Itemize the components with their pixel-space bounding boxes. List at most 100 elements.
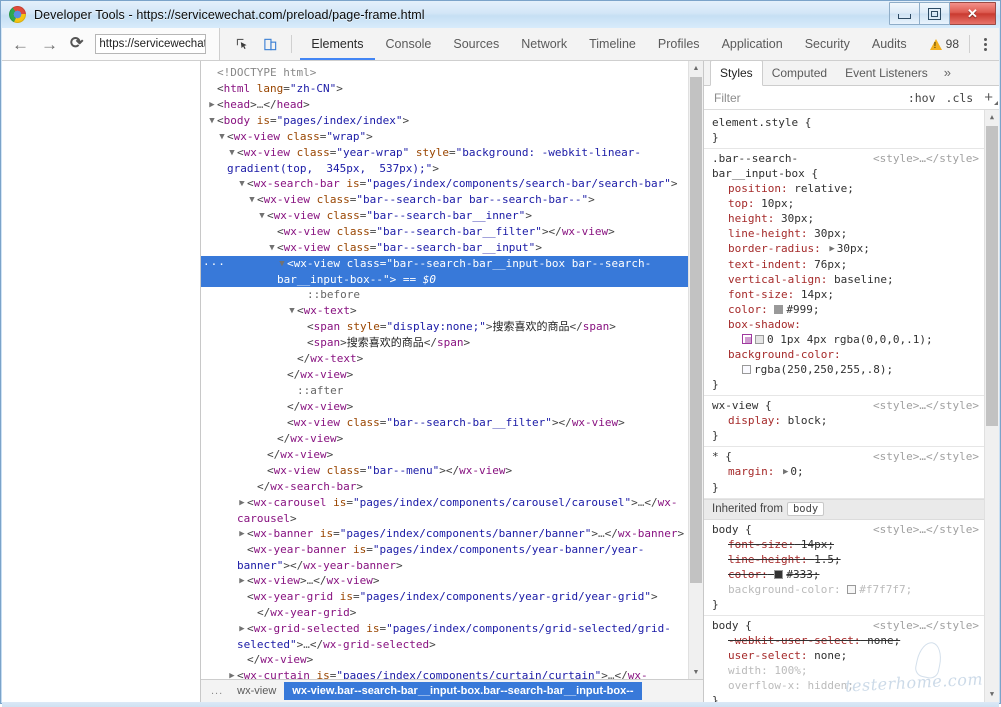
- dom-node[interactable]: ▼<wx-view class="wrap">: [201, 129, 688, 145]
- warning-indicator[interactable]: 98: [930, 37, 959, 51]
- styles-scrollbar[interactable]: ▲ ▼: [984, 110, 999, 702]
- dom-scrollbar[interactable]: ▲ ▼: [688, 61, 703, 680]
- css-property-value[interactable]: #999;: [786, 303, 819, 316]
- css-declaration[interactable]: overflow-x: hidden;: [704, 678, 985, 693]
- css-property-name[interactable]: font-size:: [728, 288, 794, 301]
- css-property-name[interactable]: width:: [728, 664, 768, 677]
- css-property-value[interactable]: block;: [788, 414, 828, 427]
- disclosure-triangle-icon[interactable]: ·: [247, 480, 257, 495]
- color-swatch[interactable]: [774, 570, 783, 579]
- css-declaration[interactable]: 0 1px 4px rgba(0,0,0,.1);: [704, 332, 985, 347]
- css-declaration[interactable]: line-height: 1.5;: [704, 552, 985, 567]
- dom-node[interactable]: ▼<wx-text>: [201, 303, 688, 319]
- dom-node[interactable]: ▼<wx-view class="year-wrap" style="backg…: [201, 145, 688, 176]
- css-property-name[interactable]: background-color:: [728, 583, 841, 596]
- breadcrumb-item[interactable]: wx-view.bar--search-bar__input-box.bar--…: [284, 682, 641, 700]
- disclosure-triangle-icon[interactable]: ·: [267, 225, 277, 240]
- css-property-value[interactable]: 14px;: [801, 288, 834, 301]
- dom-node[interactable]: ·<html lang="zh-CN">: [201, 81, 688, 97]
- disclosure-triangle-icon[interactable]: ·: [257, 464, 267, 479]
- styles-scroll-content[interactable]: element.style {}.bar--search-bar__input-…: [704, 110, 985, 702]
- disclosure-triangle-icon[interactable]: ·: [297, 336, 307, 351]
- css-declaration[interactable]: font-size: 14px;: [704, 287, 985, 302]
- dom-node[interactable]: ·</wx-view>: [201, 431, 688, 447]
- breadcrumb-item[interactable]: wx-view: [229, 682, 284, 700]
- css-property-value[interactable]: 100%;: [774, 664, 807, 677]
- reload-icon[interactable]: ⟳: [70, 36, 83, 52]
- css-declaration[interactable]: height: 30px;: [704, 211, 985, 226]
- disclosure-triangle-icon[interactable]: ▼: [267, 241, 277, 256]
- color-swatch[interactable]: [847, 585, 856, 594]
- disclosure-triangle-icon[interactable]: ▼: [207, 114, 217, 129]
- dom-node[interactable]: ·<wx-view class="bar--menu"></wx-view>: [201, 463, 688, 479]
- expand-shorthand-icon[interactable]: ▶: [783, 465, 788, 480]
- tab-elements[interactable]: Elements: [300, 29, 374, 60]
- css-selector[interactable]: body {: [712, 618, 867, 633]
- disclosure-triangle-icon[interactable]: ▼: [247, 193, 257, 208]
- css-declaration[interactable]: rgba(250,250,255,.8);: [704, 362, 985, 377]
- dom-node[interactable]: ▶<wx-grid-selected is="pages/index/compo…: [201, 621, 688, 652]
- minimize-button[interactable]: [889, 2, 920, 25]
- css-property-value[interactable]: 1.5;: [814, 553, 841, 566]
- css-declaration[interactable]: background-color:: [704, 347, 985, 362]
- css-declaration[interactable]: user-select: none;: [704, 648, 985, 663]
- color-swatch[interactable]: [755, 335, 764, 344]
- disclosure-triangle-icon[interactable]: ·: [277, 400, 287, 415]
- css-property-name[interactable]: vertical-align:: [728, 273, 827, 286]
- dom-node[interactable]: ·</wx-text>: [201, 351, 688, 367]
- dom-node[interactable]: ▼<wx-search-bar is="pages/index/componen…: [201, 176, 688, 192]
- css-declaration[interactable]: color: #333;: [704, 567, 985, 582]
- css-declaration[interactable]: background-color: #f7f7f7;: [704, 582, 985, 597]
- tab-sources[interactable]: Sources: [442, 29, 510, 60]
- tab-styles[interactable]: Styles: [710, 60, 763, 86]
- dom-node[interactable]: ▶<wx-view>…</wx-view>: [201, 573, 688, 589]
- disclosure-triangle-icon[interactable]: ·: [267, 432, 277, 447]
- styles-scrollbar-thumb[interactable]: [986, 126, 998, 426]
- hov-button[interactable]: :hov: [908, 91, 936, 105]
- css-property-name[interactable]: top:: [728, 197, 755, 210]
- dom-node[interactable]: ▼<wx-view class="bar--search-bar bar--se…: [201, 192, 688, 208]
- css-declaration[interactable]: line-height: 30px;: [704, 226, 985, 241]
- dom-node[interactable]: ·</wx-view>: [201, 367, 688, 383]
- device-toolbar-icon[interactable]: [257, 32, 283, 56]
- css-rule-origin[interactable]: <style>…</style>: [873, 398, 979, 413]
- css-property-name[interactable]: margin:: [728, 465, 774, 478]
- css-property-name[interactable]: color:: [728, 303, 768, 316]
- disclosure-triangle-icon[interactable]: ·: [297, 288, 307, 303]
- css-declaration[interactable]: color: #999;: [704, 302, 985, 317]
- filter-input[interactable]: Filter: [714, 91, 741, 105]
- disclosure-triangle-icon[interactable]: ·: [297, 320, 307, 335]
- forward-icon[interactable]: →: [41, 36, 58, 53]
- disclosure-triangle-icon[interactable]: ▶: [237, 574, 247, 589]
- css-property-value[interactable]: 30px;: [837, 242, 870, 255]
- dom-node[interactable]: ▶<wx-banner is="pages/index/components/b…: [201, 526, 688, 542]
- css-declaration[interactable]: width: 100%;: [704, 663, 985, 678]
- css-rule-origin[interactable]: <style>…</style>: [873, 449, 979, 464]
- css-declaration[interactable]: border-radius: ▶30px;: [704, 241, 985, 257]
- tab-network[interactable]: Network: [510, 29, 578, 60]
- disclosure-triangle-icon[interactable]: ·: [237, 590, 247, 605]
- css-property-value[interactable]: 10px;: [761, 197, 794, 210]
- css-property-name[interactable]: height:: [728, 212, 774, 225]
- disclosure-triangle-icon[interactable]: ▼: [227, 146, 237, 161]
- css-property-name[interactable]: text-indent:: [728, 258, 807, 271]
- dom-node[interactable]: ·</wx-view>: [201, 399, 688, 415]
- disclosure-triangle-icon[interactable]: ·: [257, 448, 267, 463]
- css-property-value[interactable]: 30px;: [781, 212, 814, 225]
- dom-node[interactable]: ▶<wx-carousel is="pages/index/components…: [201, 495, 688, 526]
- css-property-name[interactable]: overflow-x:: [728, 679, 801, 692]
- tab-event-listeners[interactable]: Event Listeners: [836, 61, 937, 85]
- dom-node[interactable]: ▼<wx-view class="bar--search-bar__input"…: [201, 240, 688, 256]
- tab-profiles[interactable]: Profiles: [647, 29, 711, 60]
- inspect-cursor-icon[interactable]: [229, 32, 255, 56]
- css-selector[interactable]: body {: [712, 522, 867, 537]
- color-swatch[interactable]: [774, 305, 783, 314]
- css-property-name[interactable]: position:: [728, 182, 788, 195]
- dom-node[interactable]: ·</wx-view>: [201, 652, 688, 668]
- css-selector[interactable]: .bar--search-bar__input-box {: [712, 151, 867, 181]
- disclosure-triangle-icon[interactable]: ▼: [277, 257, 287, 272]
- css-declaration[interactable]: -webkit-user-select: none;: [704, 633, 985, 648]
- tab-audits[interactable]: Audits: [861, 29, 918, 60]
- css-property-value[interactable]: baseline;: [834, 273, 894, 286]
- maximize-button[interactable]: [920, 2, 950, 25]
